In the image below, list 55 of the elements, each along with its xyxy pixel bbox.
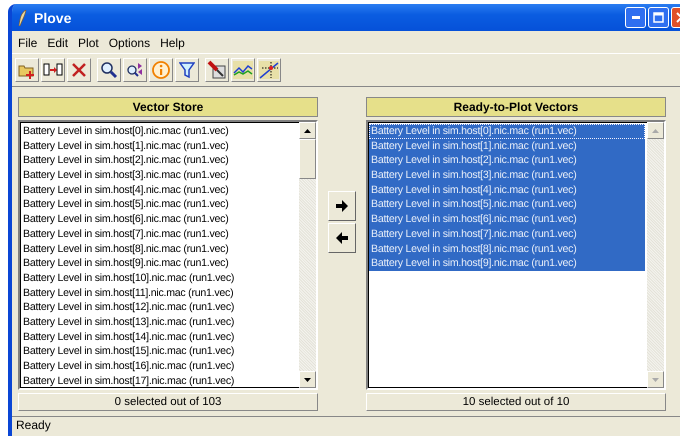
add-button[interactable]: [328, 190, 356, 220]
minimize-icon: [632, 16, 640, 19]
toolbar-button[interactable]: [205, 58, 229, 82]
info-icon: [152, 61, 170, 79]
panel-header: Vector Store: [18, 97, 318, 117]
selection-count: 10 selected out of 10: [366, 393, 666, 411]
list-item[interactable]: Battery Level in sim.host[1].nic.mac (run1.vec): [369, 138, 645, 154]
menu-item[interactable]: Options: [104, 35, 154, 51]
scroll-thumb[interactable]: [299, 139, 316, 179]
toolbar-button[interactable]: [175, 58, 199, 82]
menu-item[interactable]: File: [14, 35, 42, 51]
menu-item[interactable]: Edit: [43, 35, 72, 51]
maximize-icon: [653, 12, 664, 23]
scroll-up-icon: [652, 128, 659, 132]
search-icon: [100, 61, 118, 79]
status-bar: Ready: [12, 416, 680, 434]
selection-count: 0 selected out of 103: [18, 393, 318, 411]
list-item[interactable]: Battery Level in sim.host[3].nic.mac (run1.vec): [369, 168, 645, 183]
vector-list[interactable]: [18, 120, 318, 390]
filter-icon: [179, 61, 195, 79]
remove-button[interactable]: [328, 222, 356, 252]
menu-item[interactable]: Plot: [74, 35, 103, 51]
delete-icon: [71, 62, 87, 78]
copy-icon: [43, 62, 63, 78]
toolbar-button[interactable]: [231, 58, 255, 82]
left-arrow-icon: [336, 232, 348, 244]
scroll-down-icon: [652, 378, 659, 382]
toolbar-button[interactable]: [41, 58, 65, 82]
window-title: Plove: [34, 10, 72, 26]
list-item[interactable]: Battery Level in sim.host[6].nic.mac (run1.vec): [369, 212, 645, 227]
scroll-down-icon: [304, 378, 311, 382]
list-item[interactable]: Battery Level in sim.host[8].nic.mac (run1.vec): [369, 242, 645, 256]
right-arrow-icon: [336, 200, 348, 212]
toolbar-button[interactable]: [97, 58, 121, 82]
panel-header: Ready-to-Plot Vectors: [366, 97, 666, 117]
line-marker-icon: [259, 61, 279, 79]
list-item[interactable]: Battery Level in sim.host[7].nic.mac (run1.vec): [369, 226, 645, 242]
toolbar-button[interactable]: [67, 58, 91, 82]
scrollbar[interactable]: [299, 122, 316, 388]
maximize-button[interactable]: [648, 7, 669, 28]
minimize-button[interactable]: [625, 7, 646, 28]
toolbar-button[interactable]: [123, 58, 147, 82]
toolbar-button[interactable]: [257, 58, 281, 82]
line-chart-icon: [233, 61, 253, 79]
screwdriver-window-icon: [207, 60, 227, 80]
list-item[interactable]: Battery Level in sim.host[0].nic.mac (run1.vec): [369, 124, 645, 139]
list-item[interactable]: Battery Level in sim.host[2].nic.mac (run1.vec): [369, 153, 645, 168]
feather-icon: [18, 10, 28, 26]
scrollbar[interactable]: [647, 122, 664, 388]
scroll-up-icon: [304, 128, 311, 132]
list-item[interactable]: Battery Level in sim.host[4].nic.mac (run1.vec): [369, 182, 645, 198]
search-arrows-icon: [126, 61, 144, 79]
list-item[interactable]: Battery Level in sim.host[5].nic.mac (run1.vec): [369, 197, 645, 212]
list-item[interactable]: Battery Level in sim.host[9].nic.mac (run1.vec): [369, 256, 645, 271]
menu-item[interactable]: Help: [156, 35, 189, 51]
